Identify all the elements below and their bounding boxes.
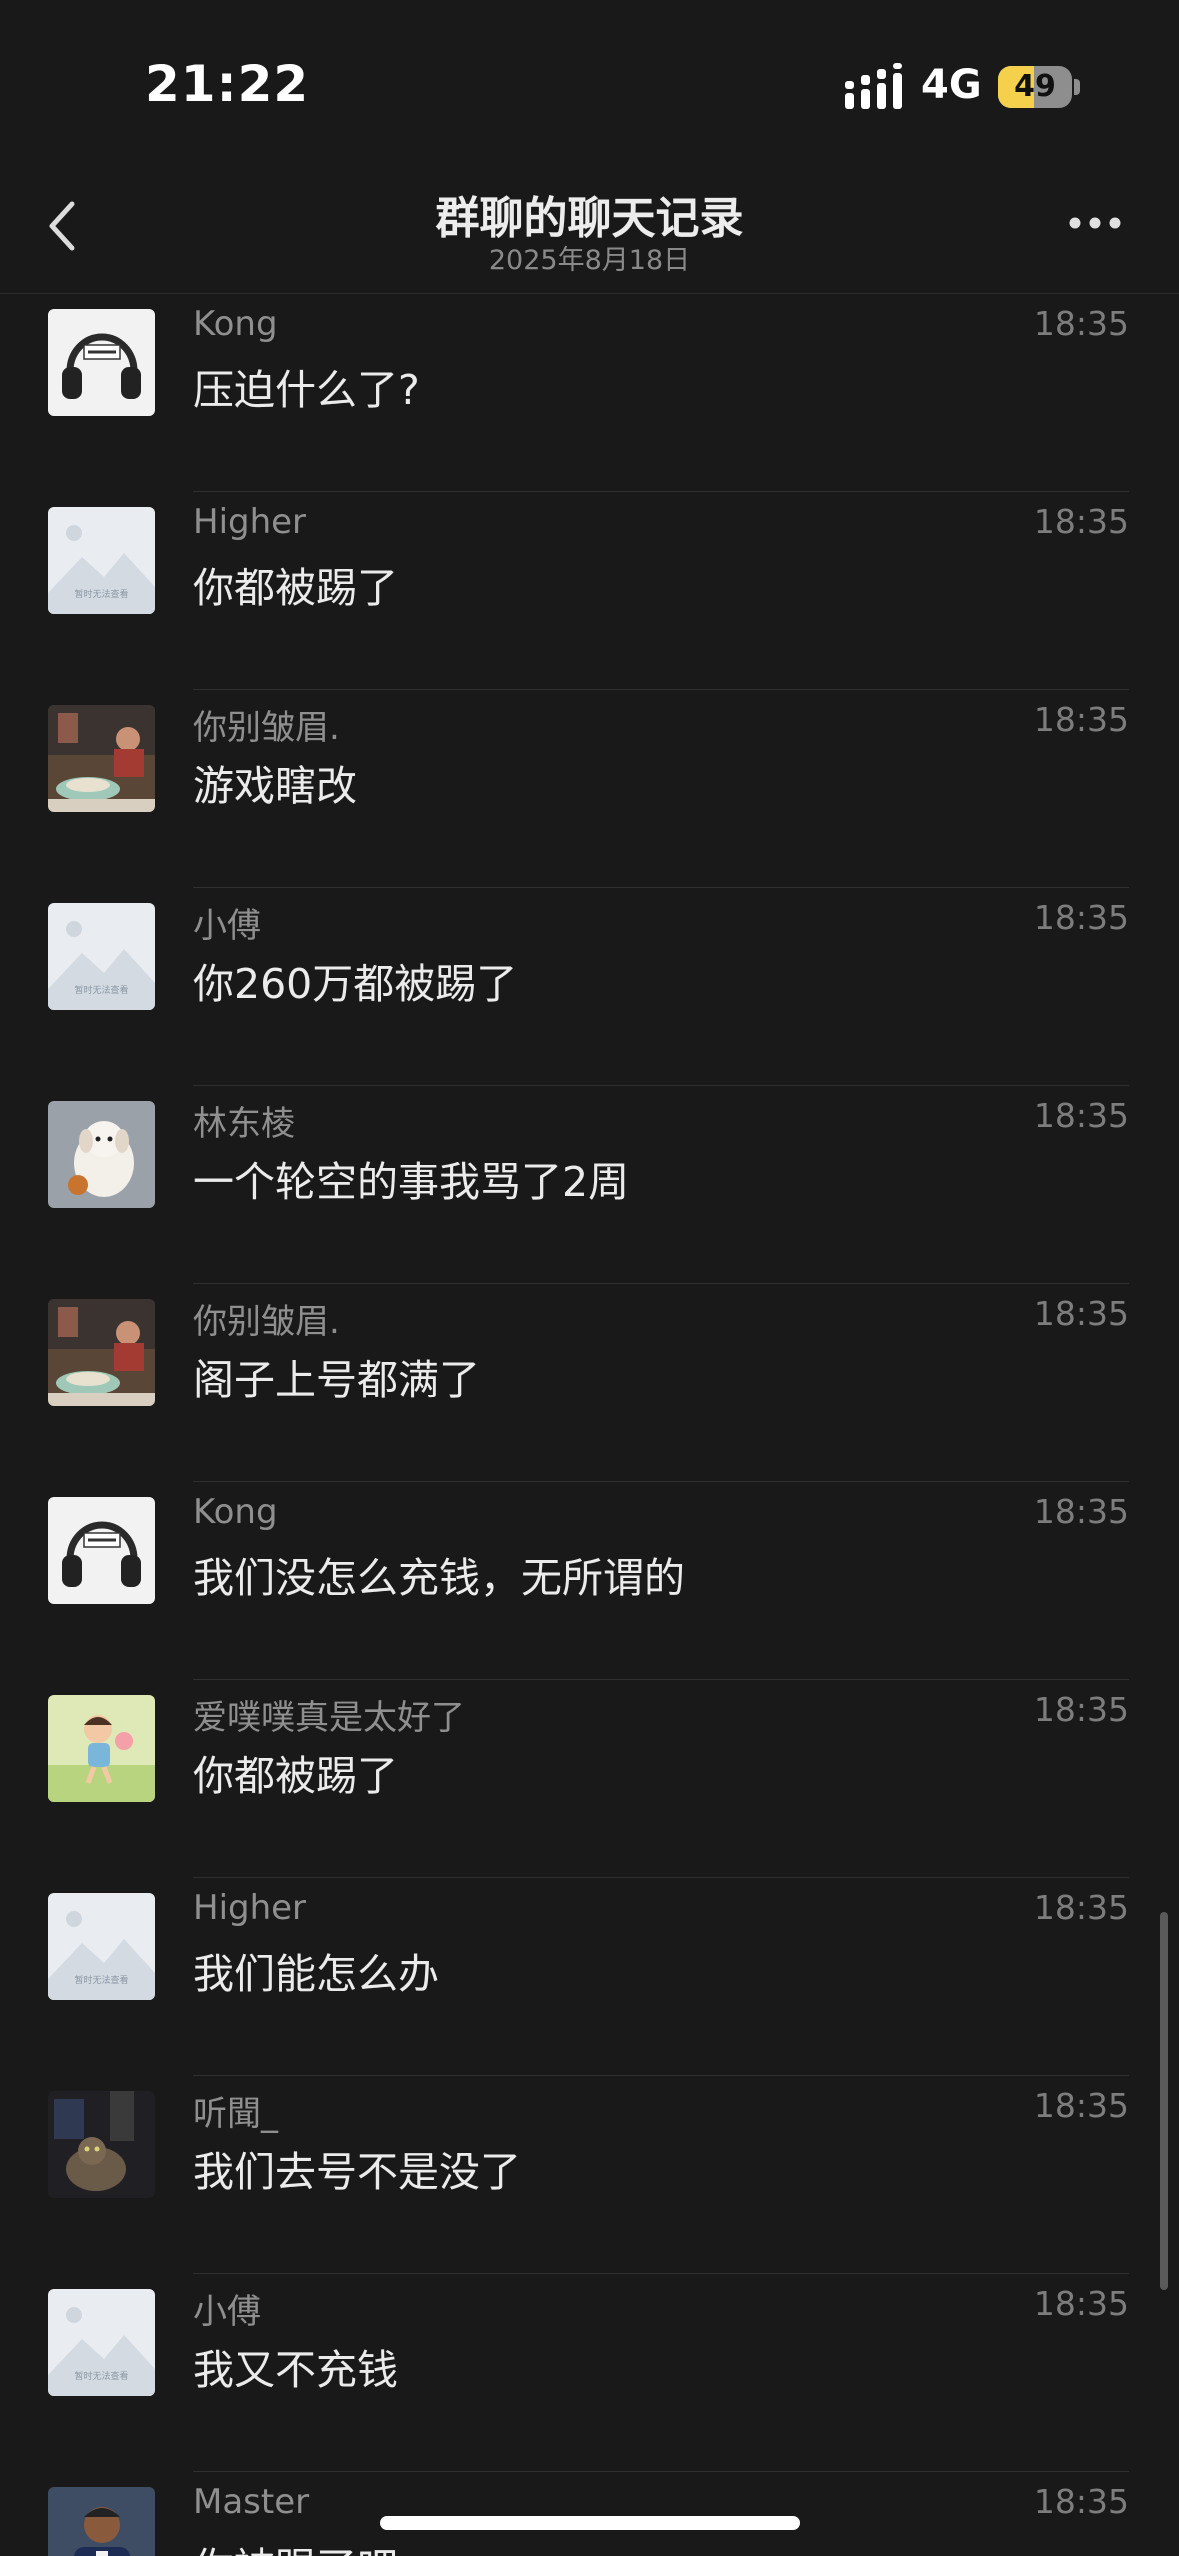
page-title: 群聊的聊天记录 (435, 193, 744, 244)
sender-name: Kong (193, 304, 278, 344)
avatar-headphones-image (48, 309, 155, 416)
message-time: 18:35 (1033, 2482, 1129, 2521)
avatar[interactable]: 暂时无法查看 (48, 507, 155, 614)
message-time: 18:35 (1033, 700, 1129, 739)
avatar-placeholder-image: 暂时无法查看 (48, 1893, 155, 2000)
svg-text:暂时无法查看: 暂时无法查看 (74, 588, 128, 600)
avatar[interactable]: 暂时无法查看 (48, 903, 155, 1010)
sender-name: 听聞_ (193, 2094, 278, 2134)
avatar[interactable] (48, 2091, 155, 2198)
sender-name: 爱噗噗真是太好了 (193, 1698, 465, 1738)
message-row[interactable]: 暂时无法查看 Higher 18:35 你都被踢了 (0, 492, 1179, 690)
message-text: 你被踢了吧 (193, 2534, 398, 2556)
message-text: 你260万都被踢了 (193, 960, 518, 1008)
message-row[interactable]: 暂时无法查看 小傅 18:35 我又不充钱 (0, 2274, 1179, 2472)
message-time: 18:35 (1033, 1096, 1129, 1135)
message-row[interactable]: 爱噗噗真是太好了 18:35 你都被踢了 (0, 1680, 1179, 1878)
message-text: 我们没怎么充钱，无所谓的 (193, 1554, 685, 1602)
sender-name: 小傅 (193, 2292, 261, 2332)
sender-name: Master (193, 2482, 310, 2522)
cellular-signal-icon (845, 63, 902, 109)
avatar-cartoon-kid-image (48, 1695, 155, 1802)
avatar-headphones-image (48, 1497, 155, 1604)
message-text: 阁子上号都满了 (193, 1356, 480, 1404)
avatar-placeholder-image: 暂时无法查看 (48, 2289, 155, 2396)
message-row[interactable]: 你别皱眉. 18:35 游戏瞎改 (0, 690, 1179, 888)
avatar-photo-table-image (48, 1299, 155, 1406)
battery-level: 49 (1014, 69, 1056, 104)
avatar-footballer-image (48, 2487, 155, 2556)
battery-icon: 49 (998, 66, 1072, 108)
sender-name: Higher (193, 1888, 307, 1928)
message-time: 18:35 (1033, 502, 1129, 541)
sender-name: Kong (193, 1492, 278, 1532)
message-text: 我们能怎么办 (193, 1950, 439, 1998)
sender-name: 林东棱 (193, 1104, 295, 1144)
svg-text:暂时无法查看: 暂时无法查看 (74, 2370, 128, 2382)
home-indicator[interactable] (380, 2516, 800, 2530)
scrollbar[interactable] (1160, 1912, 1168, 2290)
avatar-placeholder-image: 暂时无法查看 (48, 507, 155, 614)
ellipsis-icon (1069, 217, 1121, 229)
message-row[interactable]: 林东棱 18:35 一个轮空的事我骂了2周 (0, 1086, 1179, 1284)
svg-text:暂时无法查看: 暂时无法查看 (74, 1974, 128, 1986)
message-row[interactable]: 暂时无法查看 Higher 18:35 我们能怎么办 (0, 1878, 1179, 2076)
status-bar: 21:22 4G 49 (0, 0, 1179, 160)
message-text: 游戏瞎改 (193, 762, 357, 810)
avatar-cat-night-image (48, 2091, 155, 2198)
avatar[interactable] (48, 705, 155, 812)
message-time: 18:35 (1033, 898, 1129, 937)
avatar[interactable]: 暂时无法查看 (48, 1893, 155, 2000)
message-time: 18:35 (1033, 1294, 1129, 1333)
avatar-placeholder-image: 暂时无法查看 (48, 903, 155, 1010)
status-time: 21:22 (145, 55, 310, 113)
message-row[interactable]: 你别皱眉. 18:35 阁子上号都满了 (0, 1284, 1179, 1482)
message-time: 18:35 (1033, 2086, 1129, 2125)
navigation-bar: 群聊的聊天记录 2025年8月18日 (0, 160, 1179, 294)
avatar[interactable] (48, 1497, 155, 1604)
avatar[interactable] (48, 1695, 155, 1802)
message-row[interactable]: Kong 18:35 压迫什么了? (0, 294, 1179, 492)
message-row[interactable]: 听聞_ 18:35 我们去号不是没了 (0, 2076, 1179, 2274)
battery-tip (1074, 79, 1080, 95)
message-time: 18:35 (1033, 1690, 1129, 1729)
message-time: 18:35 (1033, 2284, 1129, 2323)
message-time: 18:35 (1033, 1888, 1129, 1927)
message-row[interactable]: Kong 18:35 我们没怎么充钱，无所谓的 (0, 1482, 1179, 1680)
message-text: 你都被踢了 (193, 1752, 398, 1800)
avatar-puppy-image (48, 1101, 155, 1208)
avatar[interactable]: 暂时无法查看 (48, 2289, 155, 2396)
message-text: 压迫什么了? (193, 366, 420, 414)
message-text: 我们去号不是没了 (193, 2148, 521, 2196)
svg-text:暂时无法查看: 暂时无法查看 (74, 984, 128, 996)
avatar[interactable] (48, 1299, 155, 1406)
sender-name: 你别皱眉. (193, 1302, 340, 1342)
message-row[interactable]: Master 18:35 你被踢了吧 (0, 2472, 1179, 2556)
message-list[interactable]: Kong 18:35 压迫什么了? 暂时无法查看 Higher 18:35 你都被踢了 你… (0, 294, 1179, 2556)
sender-name: Higher (193, 502, 307, 542)
network-type: 4G (921, 62, 982, 108)
more-button[interactable] (1055, 198, 1135, 248)
sender-name: 你别皱眉. (193, 708, 340, 748)
message-time: 18:35 (1033, 304, 1129, 343)
message-text: 一个轮空的事我骂了2周 (193, 1158, 630, 1206)
message-text: 我又不充钱 (193, 2346, 398, 2394)
message-row[interactable]: 暂时无法查看 小傅 18:35 你260万都被踢了 (0, 888, 1179, 1086)
message-time: 18:35 (1033, 1492, 1129, 1531)
avatar[interactable] (48, 2487, 155, 2556)
avatar[interactable] (48, 1101, 155, 1208)
message-text: 你都被踢了 (193, 564, 398, 612)
avatar-photo-table-image (48, 705, 155, 812)
avatar[interactable] (48, 309, 155, 416)
page-subtitle: 2025年8月18日 (488, 245, 691, 276)
sender-name: 小傅 (193, 906, 261, 946)
